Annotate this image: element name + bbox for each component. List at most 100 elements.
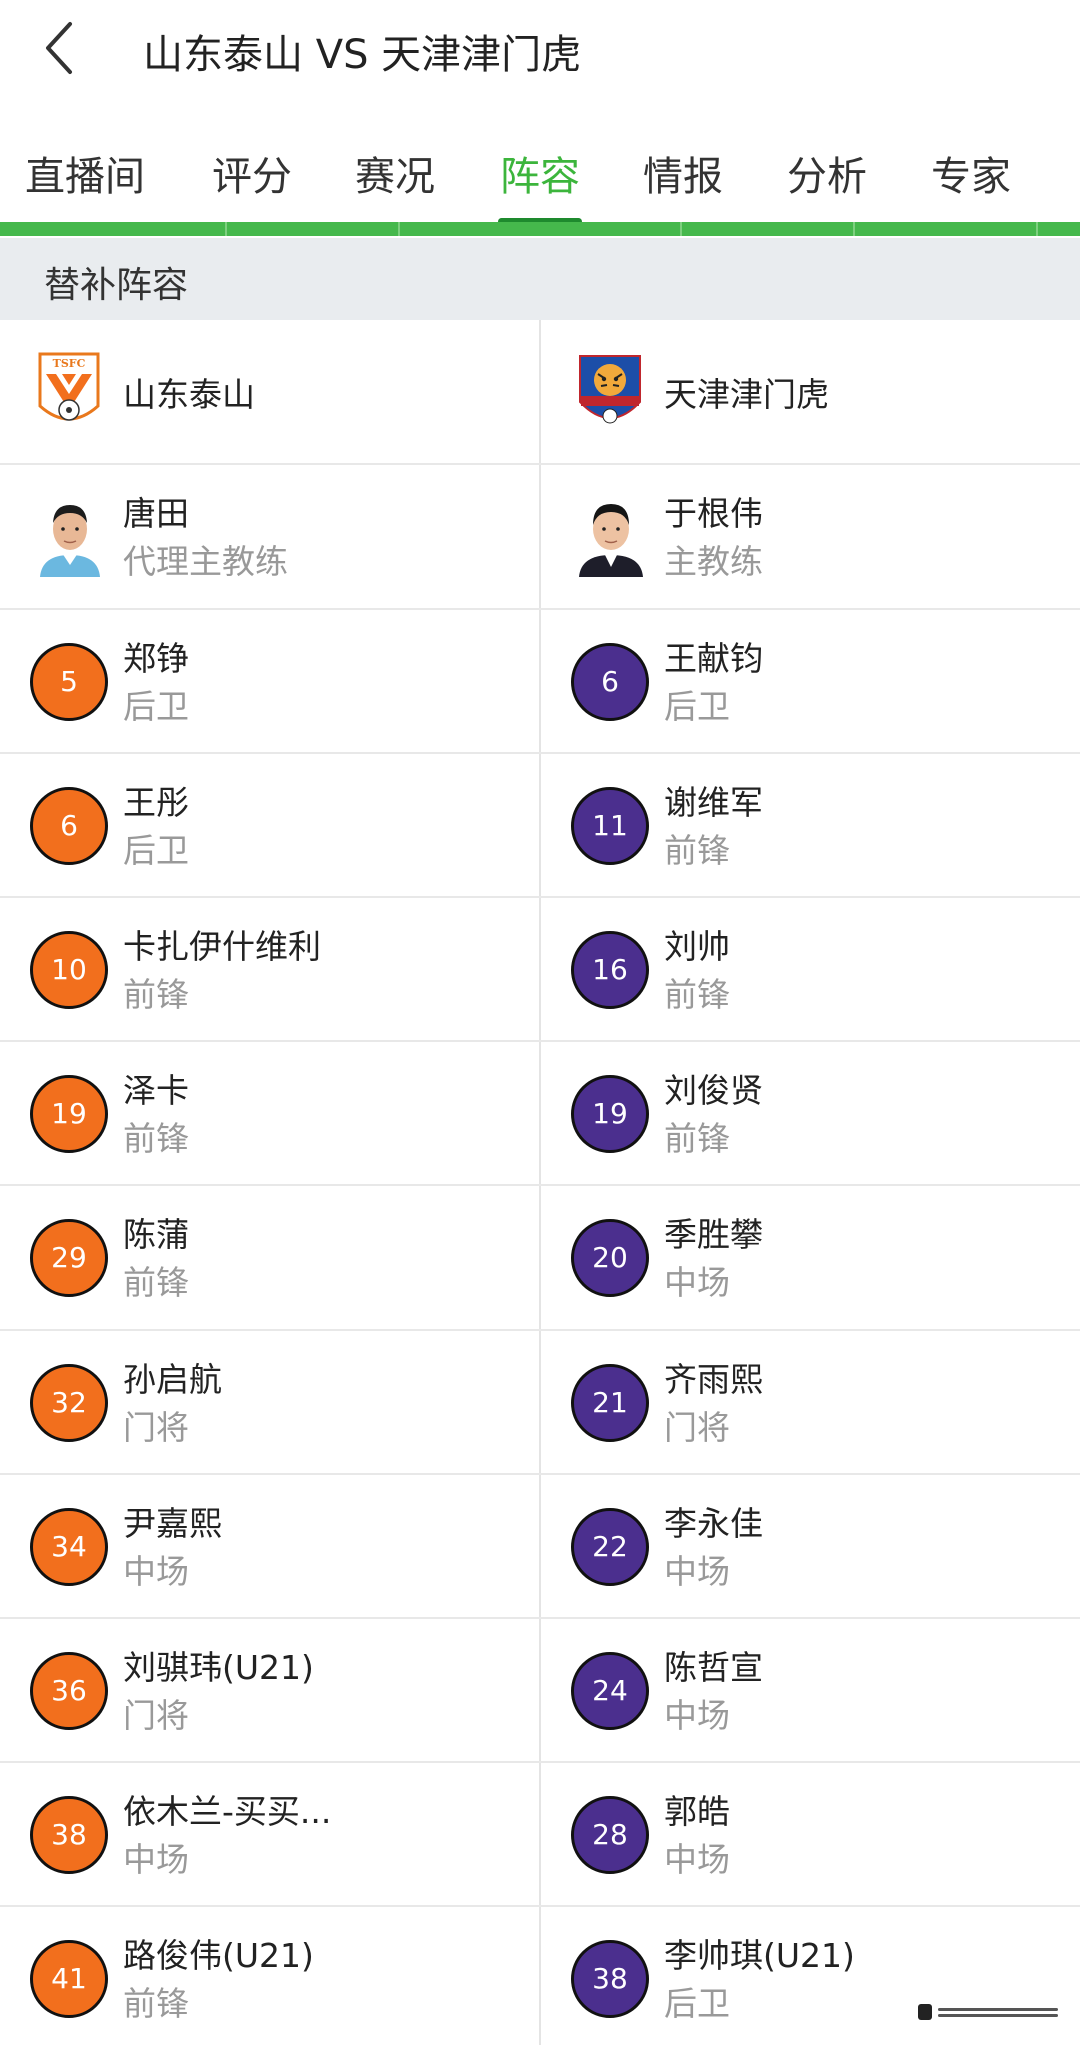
- player-position: 中场: [664, 1696, 730, 1735]
- tab-match-status[interactable]: 赛况: [355, 144, 435, 202]
- player-position: 前锋: [123, 975, 189, 1014]
- player-position: 前锋: [123, 1119, 189, 1158]
- away-coach-name: 于根伟: [664, 494, 763, 533]
- player-position: 门将: [664, 1408, 730, 1447]
- top-bar: 山东泰山 VS 天津津门虎: [0, 0, 1080, 100]
- away-player-row[interactable]: 28 郭皓 中场: [541, 1763, 1080, 1907]
- player-name: 郭皓: [664, 1792, 730, 1831]
- tab-lineup[interactable]: 阵容: [500, 144, 580, 202]
- away-player-row[interactable]: 19 刘俊贤 前锋: [541, 1042, 1080, 1186]
- accent-bar-segment: [680, 222, 682, 236]
- away-player-row[interactable]: 20 季胜攀 中场: [541, 1186, 1080, 1330]
- player-position: 门将: [123, 1696, 189, 1735]
- player-name: 陈哲宣: [664, 1648, 763, 1687]
- away-player-row[interactable]: 38 李帅琪(U21) 后卫: [541, 1907, 1080, 2051]
- jersey-number-badge: 38: [30, 1796, 108, 1874]
- svg-text:TSFC: TSFC: [53, 357, 86, 370]
- player-name: 李永佳: [664, 1504, 763, 1543]
- player-name: 谢维军: [664, 783, 763, 822]
- tab-live-room[interactable]: 直播间: [25, 144, 145, 202]
- player-name: 季胜攀: [664, 1215, 763, 1254]
- jersey-number-badge: 34: [30, 1508, 108, 1586]
- jersey-number-badge: 22: [571, 1508, 649, 1586]
- home-player-row[interactable]: 10 卡扎伊什维利 前锋: [0, 898, 539, 1042]
- home-coach-role: 代理主教练: [123, 542, 288, 581]
- player-position: 中场: [664, 1840, 730, 1879]
- home-player-row[interactable]: 38 依木兰-买买... 中场: [0, 1763, 539, 1907]
- jersey-number-badge: 5: [30, 643, 108, 721]
- jersey-number-badge: 20: [571, 1219, 649, 1297]
- player-position: 中场: [664, 1263, 730, 1302]
- home-player-row[interactable]: 19 泽卡 前锋: [0, 1042, 539, 1186]
- player-name: 王彤: [123, 783, 189, 822]
- player-position: 门将: [123, 1408, 189, 1447]
- home-player-row[interactable]: 6 王彤 后卫: [0, 754, 539, 898]
- player-position: 前锋: [664, 975, 730, 1014]
- away-coach-cell[interactable]: 于根伟 主教练: [541, 465, 1080, 609]
- jersey-number-badge: 19: [571, 1075, 649, 1153]
- player-position: 后卫: [664, 687, 730, 726]
- player-position: 后卫: [664, 1984, 730, 2023]
- player-name: 刘俊贤: [664, 1071, 763, 1110]
- home-player-row[interactable]: 5 郑铮 后卫: [0, 610, 539, 754]
- player-name: 陈蒲: [123, 1215, 189, 1254]
- player-position: 中场: [123, 1840, 189, 1879]
- jersey-number-badge: 24: [571, 1652, 649, 1730]
- player-name: 郑铮: [123, 639, 189, 678]
- player-position: 前锋: [664, 1119, 730, 1158]
- section-title: 替补阵容: [44, 265, 189, 306]
- jersey-number-badge: 16: [571, 931, 649, 1009]
- home-coach-name: 唐田: [123, 494, 189, 533]
- player-name: 齐雨熙: [664, 1360, 763, 1399]
- home-player-row[interactable]: 36 刘骐玮(U21) 门将: [0, 1619, 539, 1763]
- home-player-row[interactable]: 32 孙启航 门将: [0, 1331, 539, 1475]
- tab-analysis[interactable]: 分析: [787, 144, 867, 202]
- home-team-cell[interactable]: TSFC 山东泰山: [0, 320, 539, 464]
- player-name: 刘帅: [664, 927, 730, 966]
- away-player-row[interactable]: 21 齐雨熙 门将: [541, 1331, 1080, 1475]
- home-player-row[interactable]: 41 路俊伟(U21) 前锋: [0, 1907, 539, 2051]
- accent-bar-segment: [225, 222, 227, 236]
- home-coach-cell[interactable]: 唐田 代理主教练: [0, 465, 539, 609]
- player-position: 后卫: [123, 831, 189, 870]
- player-name: 泽卡: [123, 1071, 189, 1110]
- player-name: 刘骐玮(U21): [123, 1648, 314, 1687]
- jersey-number-badge: 28: [571, 1796, 649, 1874]
- home-team-name: 山东泰山: [123, 375, 255, 414]
- away-player-row[interactable]: 16 刘帅 前锋: [541, 898, 1080, 1042]
- avatar: [575, 495, 647, 577]
- jersey-number-badge: 29: [30, 1219, 108, 1297]
- jersey-number-badge: 6: [30, 787, 108, 865]
- player-position: 后卫: [123, 687, 189, 726]
- player-name: 李帅琪(U21): [664, 1936, 855, 1975]
- tab-intel[interactable]: 情报: [643, 144, 723, 202]
- away-team-name: 天津津门虎: [664, 375, 829, 414]
- chevron-left-icon: [46, 22, 72, 74]
- page-title: 山东泰山 VS 天津津门虎: [143, 32, 582, 78]
- away-team-cell[interactable]: 天津津门虎: [541, 320, 1080, 464]
- accent-bar-segment: [1036, 222, 1038, 236]
- away-player-row[interactable]: 6 王献钧 后卫: [541, 610, 1080, 754]
- jersey-number-badge: 21: [571, 1364, 649, 1442]
- tab-bar: 直播间 评分 赛况 阵容 情报 分析 专家: [0, 130, 1080, 230]
- away-player-row[interactable]: 22 李永佳 中场: [541, 1475, 1080, 1619]
- home-player-row[interactable]: 34 尹嘉熙 中场: [0, 1475, 539, 1619]
- jersey-number-badge: 38: [571, 1940, 649, 2018]
- player-name: 依木兰-买买...: [123, 1792, 332, 1831]
- back-button[interactable]: [38, 18, 88, 82]
- player-name: 尹嘉熙: [123, 1504, 222, 1543]
- drag-handle-icon: [918, 2000, 1058, 2024]
- section-header: 替补阵容: [0, 238, 1080, 320]
- player-position: 中场: [664, 1552, 730, 1591]
- away-player-row[interactable]: 11 谢维军 前锋: [541, 754, 1080, 898]
- avatar: [34, 495, 106, 577]
- tab-ratings[interactable]: 评分: [212, 144, 292, 202]
- tab-experts[interactable]: 专家: [931, 144, 1011, 202]
- home-player-row[interactable]: 29 陈蒲 前锋: [0, 1186, 539, 1330]
- player-position: 中场: [123, 1552, 189, 1591]
- away-coach-role: 主教练: [664, 542, 763, 581]
- player-position: 前锋: [664, 831, 730, 870]
- tianjin-jinmen-tiger-logo: [577, 352, 643, 432]
- away-player-row[interactable]: 24 陈哲宣 中场: [541, 1619, 1080, 1763]
- accent-bar-segment: [853, 222, 855, 236]
